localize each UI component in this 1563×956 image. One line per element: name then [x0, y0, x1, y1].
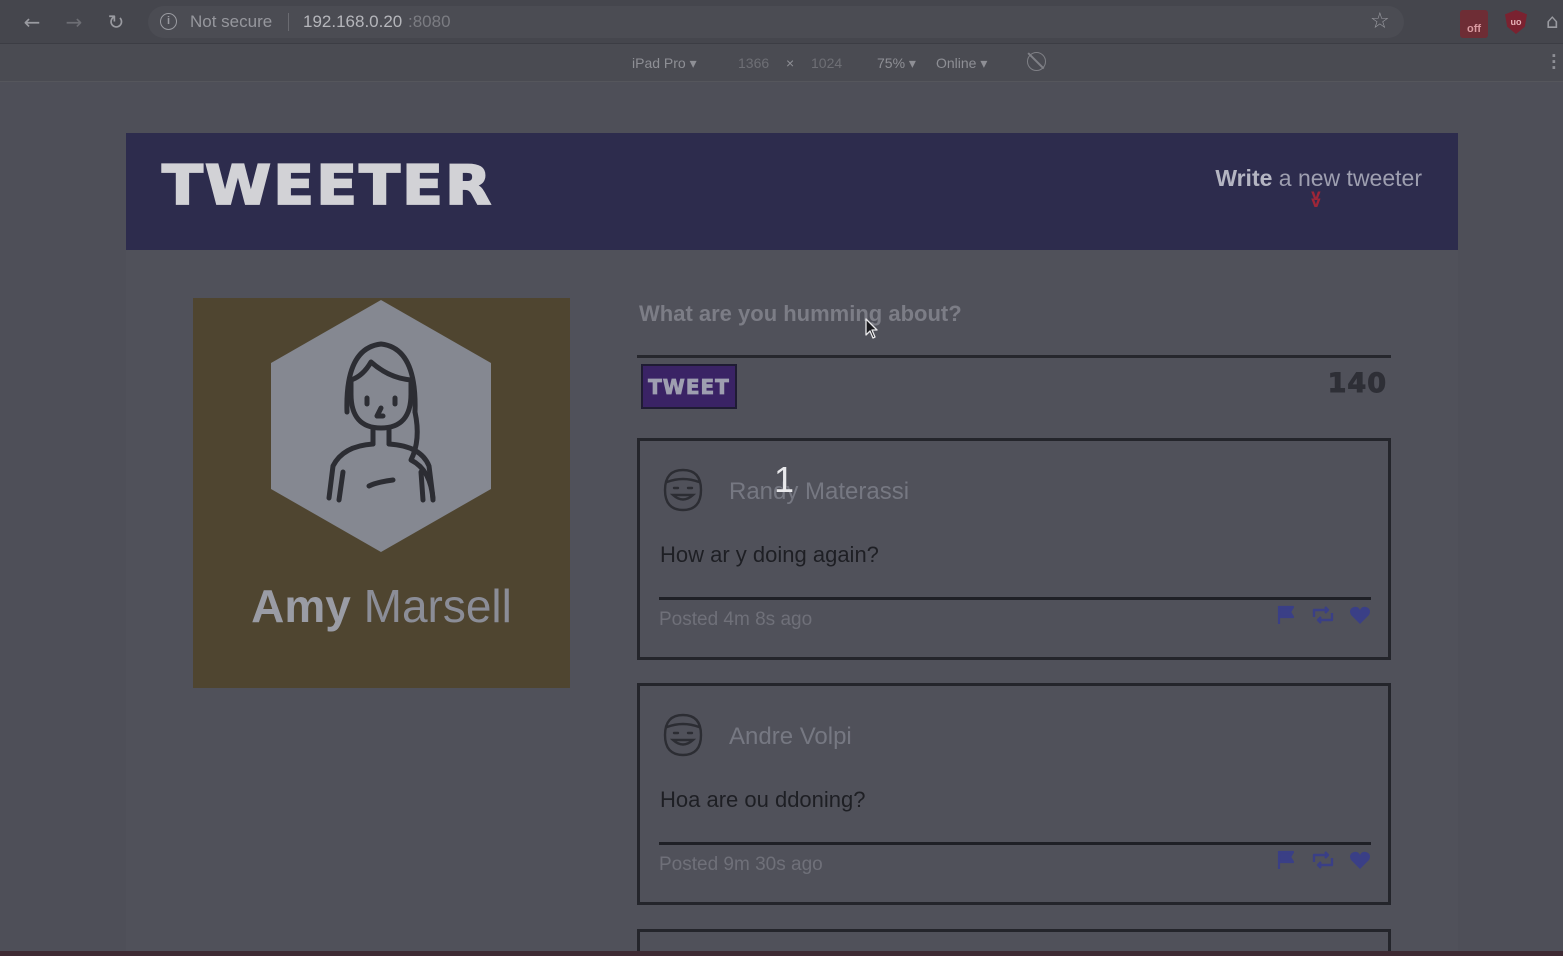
device-height-input[interactable]: 1024 [811, 55, 842, 71]
omnibox-divider [288, 13, 289, 31]
url-port[interactable]: :8080 [408, 12, 451, 32]
tweet-timestamp: Posted 4m 8s ago [659, 609, 813, 630]
woman-avatar-icon [326, 341, 436, 503]
retweet-icon[interactable] [1311, 850, 1335, 870]
device-toolbar: iPad Pro ▾ 1366 × 1024 75% ▾ Online ▾ · ·… [0, 44, 1563, 82]
site-header: TWEETER Write a new tweeter vv [126, 133, 1458, 250]
mouse-cursor-icon [865, 318, 878, 339]
flag-icon[interactable] [1276, 850, 1296, 870]
write-bold: Write [1215, 165, 1273, 191]
tweet-actions [1266, 850, 1371, 870]
more-options-icon[interactable]: · · · [1551, 49, 1557, 76]
tweet-divider [659, 842, 1371, 845]
heart-icon[interactable] [1349, 850, 1371, 870]
tweet-card: Andre Volpi Hoa are ou ddoning? Posted 9… [637, 683, 1391, 905]
profile-name: Amy Marsell [193, 579, 570, 633]
tweet-button[interactable]: TWEET [641, 364, 737, 409]
device-width-input[interactable]: 1366 [738, 55, 769, 71]
security-label[interactable]: Not secure [190, 12, 272, 32]
dropdown-caret-icon: ▾ [908, 55, 916, 71]
bookmark-star-icon[interactable]: ☆ [1370, 9, 1390, 34]
home-icon[interactable]: ⌂ [1546, 9, 1559, 33]
tweet-actions [1266, 605, 1371, 625]
network-select[interactable]: Online ▾ [936, 55, 987, 72]
zoom-select[interactable]: 75% ▾ [877, 55, 916, 72]
write-rest: a new tweeter [1272, 165, 1422, 191]
double-chevron-down-icon[interactable]: vv [1311, 188, 1321, 210]
overlay-number: 1 [774, 459, 795, 500]
extension-badge-text: off [1466, 23, 1482, 35]
profile-card: Amy Marsell [193, 298, 570, 688]
tweet-author: Randy Materassi [729, 478, 910, 505]
shield-label: uo [1510, 17, 1522, 27]
info-icon[interactable]: i [160, 13, 177, 30]
site-logo[interactable]: TWEETER [161, 158, 493, 214]
tweet-timestamp: Posted 9m 30s ago [659, 854, 823, 875]
forward-arrow-icon[interactable]: → [60, 8, 88, 36]
bottom-edge [0, 951, 1563, 956]
rotate-icon[interactable] [1027, 52, 1046, 71]
dimension-separator: × [786, 55, 795, 71]
browser-address-bar: ← → ↻ i Not secure 192.168.0.20 :8080 ☆ … [0, 0, 1563, 44]
tweet-text: How ar y doing again? [660, 542, 879, 567]
profile-avatar-hexagon [271, 300, 491, 552]
omnibox[interactable]: i Not secure 192.168.0.20 :8080 ☆ [148, 6, 1404, 38]
compose-input[interactable]: What are you humming about? [639, 301, 962, 327]
tweet-divider [659, 597, 1371, 600]
reload-icon[interactable]: ↻ [102, 8, 130, 36]
ublock-shield-icon[interactable]: uo [1505, 10, 1527, 34]
url-host[interactable]: 192.168.0.20 [303, 12, 402, 32]
smiling-man-avatar-icon [663, 468, 703, 512]
extension-off-icon[interactable]: off [1460, 10, 1488, 38]
retweet-icon[interactable] [1311, 605, 1335, 625]
back-arrow-icon[interactable]: ← [18, 8, 46, 36]
flag-icon[interactable] [1276, 605, 1296, 625]
tweet-author: Andre Volpi [729, 723, 852, 750]
zoom-value: 75% [877, 55, 906, 71]
smiling-man-avatar-icon [663, 713, 703, 757]
heart-icon[interactable] [1349, 605, 1371, 625]
device-name: iPad Pro [632, 55, 686, 71]
character-counter: 140 [1327, 368, 1387, 400]
compose-underline [637, 355, 1391, 358]
profile-first-name: Amy [251, 580, 351, 632]
profile-last-name: Marsell [350, 580, 512, 632]
page: TWEETER Write a new tweeter vv Amy Marse… [126, 133, 1458, 956]
tweet-text: Hoa are ou ddoning? [660, 787, 866, 812]
tweet-card: Randy Materassi How ar y doing again? Po… [637, 438, 1391, 660]
dropdown-caret-icon: ▾ [980, 55, 988, 71]
device-select[interactable]: iPad Pro ▾ [632, 55, 697, 72]
dropdown-caret-icon: ▾ [689, 55, 697, 71]
network-value: Online [936, 55, 977, 71]
